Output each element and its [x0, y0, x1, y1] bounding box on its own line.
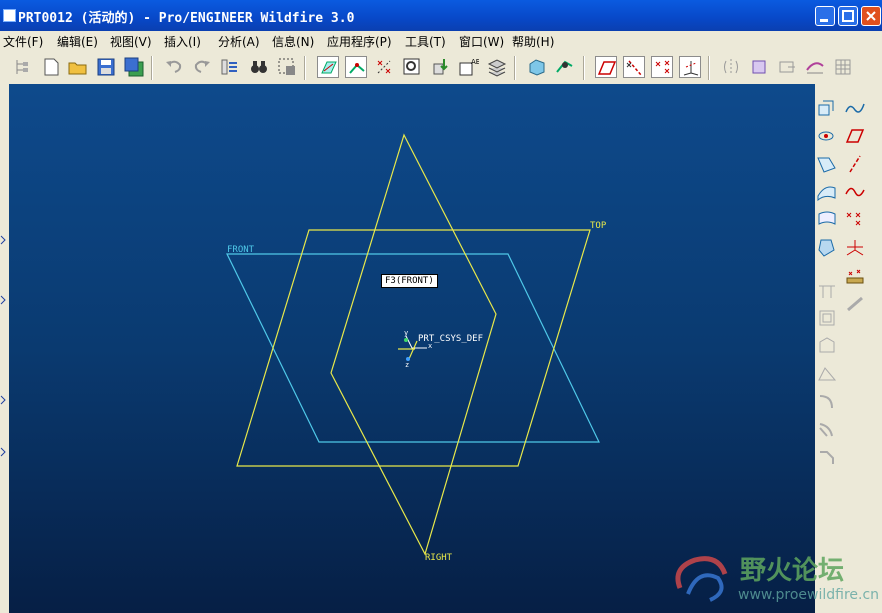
top-plane-label: TOP [590, 221, 607, 231]
minimize-button[interactable] [815, 6, 835, 26]
boundary-blend-icon[interactable] [815, 180, 839, 204]
chamfer-icon[interactable] [815, 446, 839, 470]
csys-axis-z: z [405, 361, 410, 369]
csys-tool-icon[interactable] [679, 56, 701, 78]
new-file-icon[interactable] [40, 56, 62, 78]
shading-icon[interactable] [526, 56, 548, 78]
variable-sweep-icon[interactable] [815, 152, 839, 176]
menu-help[interactable]: 帮助(H) [512, 33, 554, 50]
save-copy-icon[interactable] [123, 56, 145, 78]
datum-points-toggle-icon[interactable] [373, 56, 395, 78]
style-icon[interactable] [815, 208, 839, 232]
graphics-viewport[interactable]: FRONT TOP RIGHT PRT_CSYS_DEF y x z F3(FR… [9, 84, 815, 613]
left-splitter[interactable] [0, 84, 9, 613]
datum-axes-toggle-icon[interactable] [345, 56, 367, 78]
datum-axis-tool-icon[interactable] [623, 56, 645, 78]
svg-text:AB: AB [471, 58, 479, 66]
regenerate-icon[interactable] [219, 56, 241, 78]
menu-view[interactable]: 视图(V) [110, 33, 152, 50]
datum-point-tool-icon[interactable] [651, 56, 673, 78]
right-plane-label: RIGHT [425, 553, 453, 563]
select-box-icon[interactable] [276, 56, 298, 78]
shell-icon[interactable] [815, 306, 839, 330]
layers-icon[interactable] [486, 56, 508, 78]
plane-icon[interactable] [843, 124, 867, 148]
window-title: PRT0012 (活动的) - Pro/ENGINEER Wildfire 3.… [18, 11, 355, 26]
watermark-url: www.proewildfire.cn [738, 587, 880, 603]
rib-icon[interactable] [815, 334, 839, 358]
menu-window[interactable]: 窗口(W) [459, 33, 504, 50]
main-toolbar: AB [0, 50, 882, 85]
csys-axis-x: x [428, 342, 433, 350]
zoom-in-icon[interactable] [401, 56, 423, 78]
chain-icon[interactable] [843, 292, 867, 316]
axis-icon[interactable] [843, 152, 867, 176]
feature-toolbar [815, 84, 882, 613]
warp-icon[interactable] [815, 236, 839, 260]
menu-tools[interactable]: 工具(T) [405, 33, 446, 50]
menu-file[interactable]: 文件(F) [3, 33, 43, 50]
curve-icon[interactable] [843, 180, 867, 204]
pattern-tool-icon[interactable] [832, 56, 854, 78]
merge-tool-icon[interactable] [748, 56, 770, 78]
model-tree-icon[interactable] [12, 56, 34, 78]
hole-icon[interactable] [815, 278, 839, 302]
menu-applications[interactable]: 应用程序(P) [327, 33, 392, 50]
title-bar: PRT0012 (活动的) - Pro/ENGINEER Wildfire 3.… [0, 0, 882, 31]
coordinate-system-icon[interactable] [843, 236, 867, 260]
mirror-tool-icon[interactable] [720, 56, 742, 78]
draft-icon[interactable] [815, 362, 839, 386]
menu-insert[interactable]: 插入(I) [164, 33, 201, 50]
menu-edit[interactable]: 编辑(E) [57, 33, 98, 50]
close-button[interactable] [861, 6, 881, 26]
forum-logo-icon [675, 556, 728, 602]
find-binoculars-icon[interactable] [248, 56, 270, 78]
datum-planes-toggle-icon[interactable] [317, 56, 339, 78]
maximize-button[interactable] [838, 6, 858, 26]
csys-axis-y: y [404, 329, 409, 337]
front-plane-label: FRONT [227, 245, 255, 255]
menu-info[interactable]: 信息(N) [272, 33, 314, 50]
extend-tool-icon[interactable] [804, 56, 826, 78]
preselection-tooltip: F3(FRONT) [381, 274, 438, 288]
undo-icon[interactable] [163, 56, 185, 78]
auto-round-icon[interactable] [815, 418, 839, 442]
round-icon[interactable] [815, 390, 839, 414]
trim-tool-icon[interactable] [776, 56, 798, 78]
analysis-feature-icon[interactable] [843, 264, 867, 288]
menu-bar: 文件(F) 编辑(E) 视图(V) 插入(I) 分析(A) 信息(N) 应用程序… [0, 31, 882, 50]
point-icon[interactable] [843, 208, 867, 232]
saved-views-icon[interactable]: AB [457, 56, 479, 78]
revolve-icon[interactable] [815, 124, 839, 148]
datum-plane-tool-icon[interactable] [595, 56, 617, 78]
app-icon [3, 9, 16, 22]
menu-analysis[interactable]: 分析(A) [218, 33, 260, 50]
right-datum-plane [330, 133, 497, 556]
open-folder-icon[interactable] [67, 56, 89, 78]
sketch-icon[interactable] [843, 96, 867, 120]
extrude-icon[interactable] [815, 96, 839, 120]
redo-icon[interactable] [191, 56, 213, 78]
reorient-icon[interactable] [429, 56, 451, 78]
save-icon[interactable] [95, 56, 117, 78]
watermark-text: 野火论坛 [740, 556, 845, 586]
spin-center-icon[interactable] [553, 56, 575, 78]
